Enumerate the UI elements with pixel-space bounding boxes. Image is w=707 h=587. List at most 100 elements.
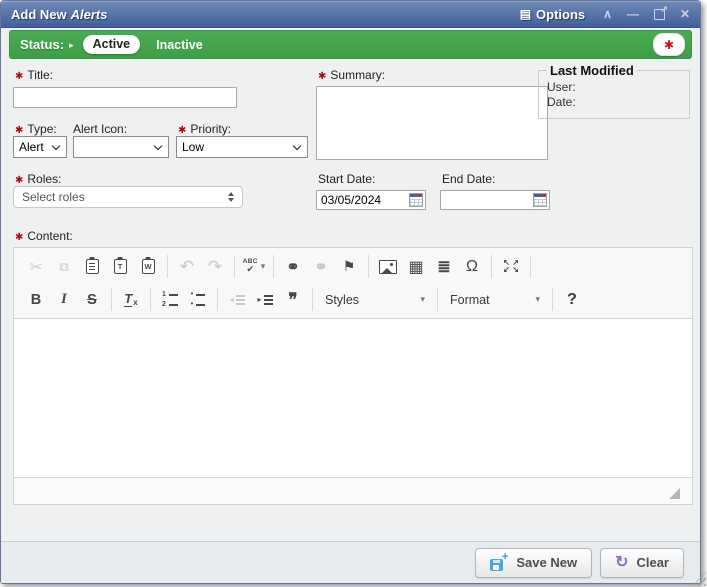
last-modified-user: User:: [547, 80, 681, 94]
content-editor: ✂ ⧉ T W ↶ ↷ ABC✔▾ ⚭ ⚭ ⚑ ▦ ≣ Ω: [13, 247, 693, 505]
styles-dropdown[interactable]: Styles▾: [318, 288, 432, 312]
required-asterisk-icon: ✱: [15, 175, 23, 186]
toolbar-separator: [312, 288, 313, 311]
summary-label: ✱Summary:: [318, 68, 385, 82]
save-new-label: Save New: [516, 555, 577, 570]
horizontal-rule-icon[interactable]: ≣: [432, 254, 456, 279]
dialog-titlebar[interactable]: Add New Alerts ▤ Options ∧ — ↗ ✕: [1, 1, 700, 28]
bulleted-list-icon[interactable]: ••: [186, 287, 210, 312]
editor-toolbar-row-2: B I S Tx 12 •• ◂ ▸: [18, 283, 688, 316]
summary-textarea[interactable]: [316, 86, 548, 160]
remove-format-icon[interactable]: Tx: [119, 287, 143, 312]
content-label: ✱Content:: [15, 229, 73, 243]
collapse-icon[interactable]: ∧: [603, 8, 612, 20]
dialog-footer: + Save New ↻ Clear: [1, 541, 700, 583]
maximize-icon[interactable]: ↖↗↙↘: [499, 254, 523, 279]
type-select-control[interactable]: Alert: [13, 136, 67, 158]
help-icon[interactable]: ?: [560, 287, 584, 312]
last-modified-date: Date:: [547, 95, 681, 109]
priority-label: ✱Priority:: [178, 122, 231, 136]
anchor-flag-icon[interactable]: ⚑: [337, 254, 361, 279]
start-date-input[interactable]: [317, 193, 409, 207]
italic-icon[interactable]: I: [52, 287, 76, 312]
options-button[interactable]: ▤ Options: [520, 7, 585, 22]
status-bar: Status: ▸ Active Inactive ✱: [9, 30, 692, 59]
toolbar-separator: [111, 288, 112, 311]
tab-active[interactable]: Active: [83, 35, 141, 54]
link-icon[interactable]: ⚭: [281, 254, 305, 279]
alert-icon-select[interactable]: [73, 136, 169, 158]
end-date-label: End Date:: [442, 172, 495, 186]
start-date-field: [316, 190, 426, 210]
toolbar-separator: [273, 255, 274, 278]
numbered-list-icon[interactable]: 12: [158, 287, 182, 312]
redo-icon[interactable]: ↷: [203, 254, 227, 279]
dialog-title-emphasis: Alerts: [71, 7, 108, 22]
popout-icon[interactable]: ↗: [654, 9, 665, 20]
unlink-icon[interactable]: ⚭: [309, 254, 333, 279]
required-asterisk-icon: ✱: [318, 71, 326, 82]
alert-icon-label: Alert Icon:: [73, 122, 127, 136]
type-select[interactable]: Alert: [13, 136, 67, 158]
save-new-button[interactable]: + Save New: [475, 548, 592, 578]
refresh-icon: ↻: [615, 555, 628, 571]
minimize-icon[interactable]: —: [627, 8, 639, 20]
required-asterisk-icon: ✱: [178, 125, 186, 136]
status-arrow-icon: ▸: [69, 40, 74, 51]
title-input[interactable]: [13, 87, 237, 108]
required-legend-button[interactable]: ✱: [653, 33, 685, 56]
status-label: Status:: [20, 37, 64, 52]
clear-label: Clear: [636, 555, 669, 570]
tab-inactive[interactable]: Inactive: [156, 38, 203, 52]
toolbar-separator: [491, 255, 492, 278]
strikethrough-icon[interactable]: S: [80, 287, 104, 312]
copy-icon[interactable]: ⧉: [52, 254, 76, 279]
last-modified-legend: Last Modified: [547, 63, 637, 78]
dialog-title-prefix: Add New: [11, 7, 67, 22]
clear-button[interactable]: ↻ Clear: [600, 548, 684, 578]
priority-select[interactable]: Low: [176, 136, 308, 158]
blockquote-icon[interactable]: ❞: [281, 287, 305, 312]
priority-select-control[interactable]: Low: [176, 136, 308, 158]
start-date-label: Start Date:: [318, 172, 375, 186]
end-date-field: [440, 190, 550, 210]
end-date-input[interactable]: [441, 193, 533, 207]
increase-indent-icon[interactable]: ▸: [253, 287, 277, 312]
roles-placeholder: Select roles: [22, 190, 85, 204]
spell-check-icon[interactable]: ABC✔▾: [242, 254, 266, 279]
editor-resize-grip-icon[interactable]: [669, 488, 680, 499]
paste-icon[interactable]: [80, 254, 104, 279]
editor-bottom-bar: [14, 477, 692, 504]
bold-icon[interactable]: B: [24, 287, 48, 312]
chevron-down-icon: ▾: [420, 294, 425, 305]
toolbar-separator: [167, 255, 168, 278]
paste-as-text-icon[interactable]: T: [108, 254, 132, 279]
required-asterisk-icon: ✱: [664, 38, 674, 52]
image-icon[interactable]: [376, 254, 400, 279]
toolbar-separator: [150, 288, 151, 311]
save-icon: +: [490, 554, 508, 571]
undo-icon[interactable]: ↶: [175, 254, 199, 279]
format-dropdown[interactable]: Format▾: [443, 288, 547, 312]
close-icon[interactable]: ✕: [680, 8, 690, 20]
options-label: Options: [536, 7, 585, 22]
table-icon[interactable]: ▦: [404, 254, 428, 279]
editor-toolbar-row-1: ✂ ⧉ T W ↶ ↷ ABC✔▾ ⚭ ⚭ ⚑ ▦ ≣ Ω: [18, 250, 688, 283]
editor-content-area[interactable]: [14, 319, 692, 477]
cut-icon[interactable]: ✂: [24, 254, 48, 279]
special-character-icon[interactable]: Ω: [460, 254, 484, 279]
calendar-icon[interactable]: [409, 193, 423, 207]
required-asterisk-icon: ✱: [15, 125, 23, 136]
required-asterisk-icon: ✱: [15, 232, 23, 243]
last-modified-panel: Last Modified User: Date:: [538, 63, 690, 119]
roles-select[interactable]: Select roles: [13, 186, 243, 208]
roles-label: ✱Roles:: [15, 172, 61, 186]
toolbar-separator: [368, 255, 369, 278]
decrease-indent-icon[interactable]: ◂: [225, 287, 249, 312]
toolbar-separator: [530, 255, 531, 278]
paste-from-word-icon[interactable]: W: [136, 254, 160, 279]
toolbar-separator: [552, 288, 553, 311]
alert-icon-select-control[interactable]: [73, 136, 169, 158]
title-label: ✱Title:: [15, 68, 53, 82]
calendar-icon[interactable]: [533, 193, 547, 207]
